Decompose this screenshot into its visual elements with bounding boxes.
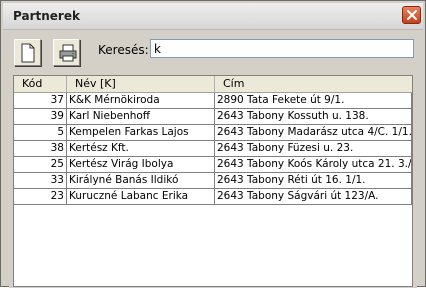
- new-button[interactable]: [14, 39, 41, 66]
- close-icon: [407, 10, 417, 20]
- cell-nev: Kertész Kft.: [67, 141, 215, 157]
- table-row[interactable]: 25 Kertész Virág Ibolya 2643 Tabony Koós…: [14, 157, 412, 173]
- print-button[interactable]: [53, 39, 80, 66]
- cell-nev: Kertész Virág Ibolya: [67, 157, 215, 173]
- cell-kod: 39: [14, 109, 67, 125]
- title-bar[interactable]: Partnerek: [3, 3, 423, 30]
- partners-window: Partnerek Keresés: Kód: [0, 0, 426, 288]
- cell-kod: 5: [14, 125, 67, 141]
- cell-cim: 2643 Tabony Koós Károly utca 21. 3./1.: [215, 157, 412, 173]
- cell-cim: 2643 Tabony Madarász utca 4/C. 1/1.: [215, 125, 412, 141]
- table-row[interactable]: 38 Kertész Kft. 2643 Tabony Füzesi u. 23…: [14, 141, 412, 157]
- client-area: Keresés: Kód Név [K] Cím 37 K&K Mérnökir…: [9, 32, 417, 288]
- header-nev[interactable]: Név [K]: [67, 76, 215, 92]
- cell-nev: Királyné Banás Ildikó: [67, 173, 215, 189]
- cell-nev: Karl Niebenhoff: [67, 109, 215, 125]
- printer-icon: [59, 44, 77, 62]
- table-row[interactable]: 33 Királyné Banás Ildikó 2643 Tabony Rét…: [14, 173, 412, 189]
- cell-nev: Kempelen Farkas Lajos: [67, 125, 215, 141]
- cell-nev: Kuruczné Labanc Erika: [67, 189, 215, 205]
- cell-kod: 38: [14, 141, 67, 157]
- table-row[interactable]: 37 K&K Mérnökiroda 2890 Tata Fekete út 9…: [14, 93, 412, 109]
- cell-kod: 33: [14, 173, 67, 189]
- cell-kod: 23: [14, 189, 67, 205]
- table-header: Kód Név [K] Cím: [14, 76, 412, 93]
- cell-kod: 25: [14, 157, 67, 173]
- window-title: Partnerek: [13, 9, 80, 23]
- cell-cim: 2643 Tabony Ságvári út 123/A.: [215, 189, 412, 205]
- new-document-icon: [21, 43, 35, 63]
- close-button[interactable]: [402, 6, 421, 24]
- table-row[interactable]: 39 Karl Niebenhoff 2643 Tabony Kossuth u…: [14, 109, 412, 125]
- search-label: Keresés:: [98, 43, 149, 57]
- cell-cim: 2643 Tabony Kossuth u. 138.: [215, 109, 412, 125]
- header-cim[interactable]: Cím: [215, 76, 412, 92]
- cell-kod: 37: [14, 93, 67, 109]
- cell-nev: K&K Mérnökiroda: [67, 93, 215, 109]
- cell-cim: 2643 Tabony Réti út 16. 1/1.: [215, 173, 412, 189]
- search-input[interactable]: [150, 39, 414, 58]
- header-kod[interactable]: Kód: [14, 76, 67, 92]
- table-row[interactable]: 23 Kuruczné Labanc Erika 2643 Tabony Ság…: [14, 189, 412, 205]
- partners-table[interactable]: Kód Név [K] Cím 37 K&K Mérnökiroda 2890 …: [13, 75, 413, 287]
- table-row[interactable]: 5 Kempelen Farkas Lajos 2643 Tabony Mada…: [14, 125, 412, 141]
- cell-cim: 2890 Tata Fekete út 9/1.: [215, 93, 412, 109]
- cell-cim: 2643 Tabony Füzesi u. 23.: [215, 141, 412, 157]
